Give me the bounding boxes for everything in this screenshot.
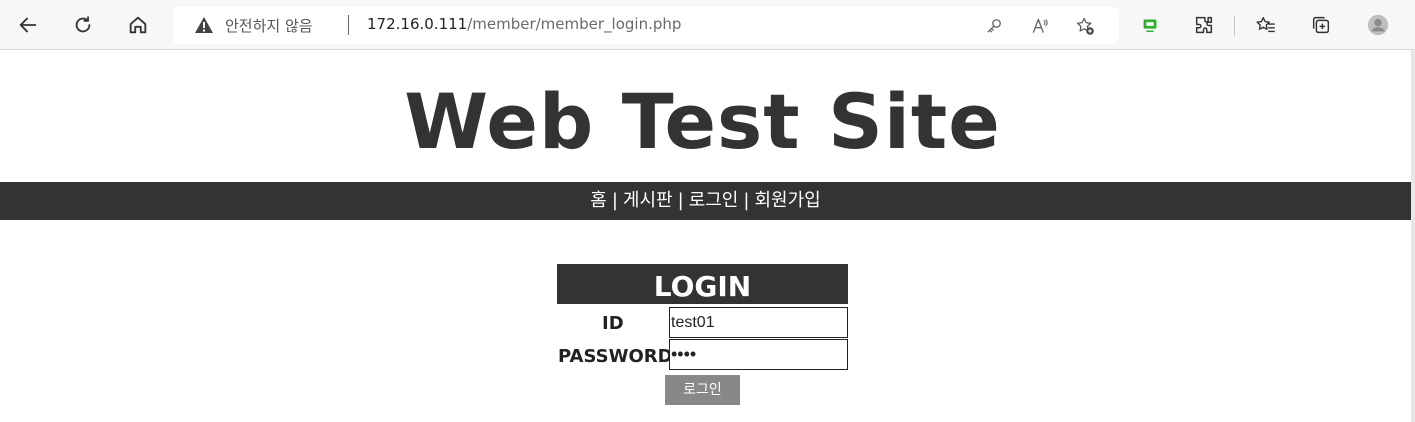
refresh-icon[interactable] <box>69 11 97 39</box>
password-input[interactable]: •••• <box>669 339 848 370</box>
key-icon[interactable] <box>982 14 1006 38</box>
home-icon[interactable] <box>124 11 152 39</box>
id-input[interactable]: test01 <box>669 307 848 338</box>
address-separator <box>348 15 349 35</box>
url-text[interactable]: 172.16.0.111/member/member_login.php <box>367 15 681 33</box>
password-label: PASSWORD <box>558 346 673 367</box>
security-warning-label[interactable]: 안전하지 않음 <box>225 15 313 36</box>
site-title: Web Test Site <box>404 77 1001 166</box>
back-icon[interactable] <box>14 11 42 39</box>
id-label: ID <box>602 313 624 334</box>
page-scrollbar[interactable] <box>1411 50 1415 422</box>
login-button[interactable]: 로그인 <box>665 375 740 405</box>
profile-icon[interactable] <box>1364 11 1392 39</box>
nav-home-link[interactable]: 홈 <box>590 190 607 211</box>
login-header: LOGIN <box>557 264 848 304</box>
read-aloud-icon[interactable] <box>1028 14 1052 38</box>
nav-separator: | <box>677 190 684 211</box>
main-nav: 홈 | 게시판 | 로그인 | 회원가입 <box>0 182 1411 220</box>
nav-separator: | <box>611 190 618 211</box>
nav-signup-link[interactable]: 회원가입 <box>754 190 820 211</box>
nav-board-link[interactable]: 게시판 <box>623 190 673 211</box>
warning-icon[interactable] <box>194 16 214 34</box>
collections-icon[interactable] <box>1307 11 1335 39</box>
toolbar-separator <box>1234 16 1235 36</box>
url-host: 172.16.0.111 <box>367 15 468 33</box>
url-path: /member/member_login.php <box>467 15 682 33</box>
screen-cast-icon[interactable] <box>1136 11 1164 39</box>
favorite-add-icon[interactable] <box>1073 14 1097 38</box>
favorites-icon[interactable] <box>1252 11 1280 39</box>
nav-separator: | <box>743 190 750 211</box>
address-bar[interactable]: 안전하지 않음 172.16.0.111/member/member_login… <box>173 7 1119 44</box>
nav-login-link[interactable]: 로그인 <box>689 190 739 211</box>
extensions-icon[interactable] <box>1190 11 1218 39</box>
browser-toolbar: 안전하지 않음 172.16.0.111/member/member_login… <box>0 0 1415 50</box>
